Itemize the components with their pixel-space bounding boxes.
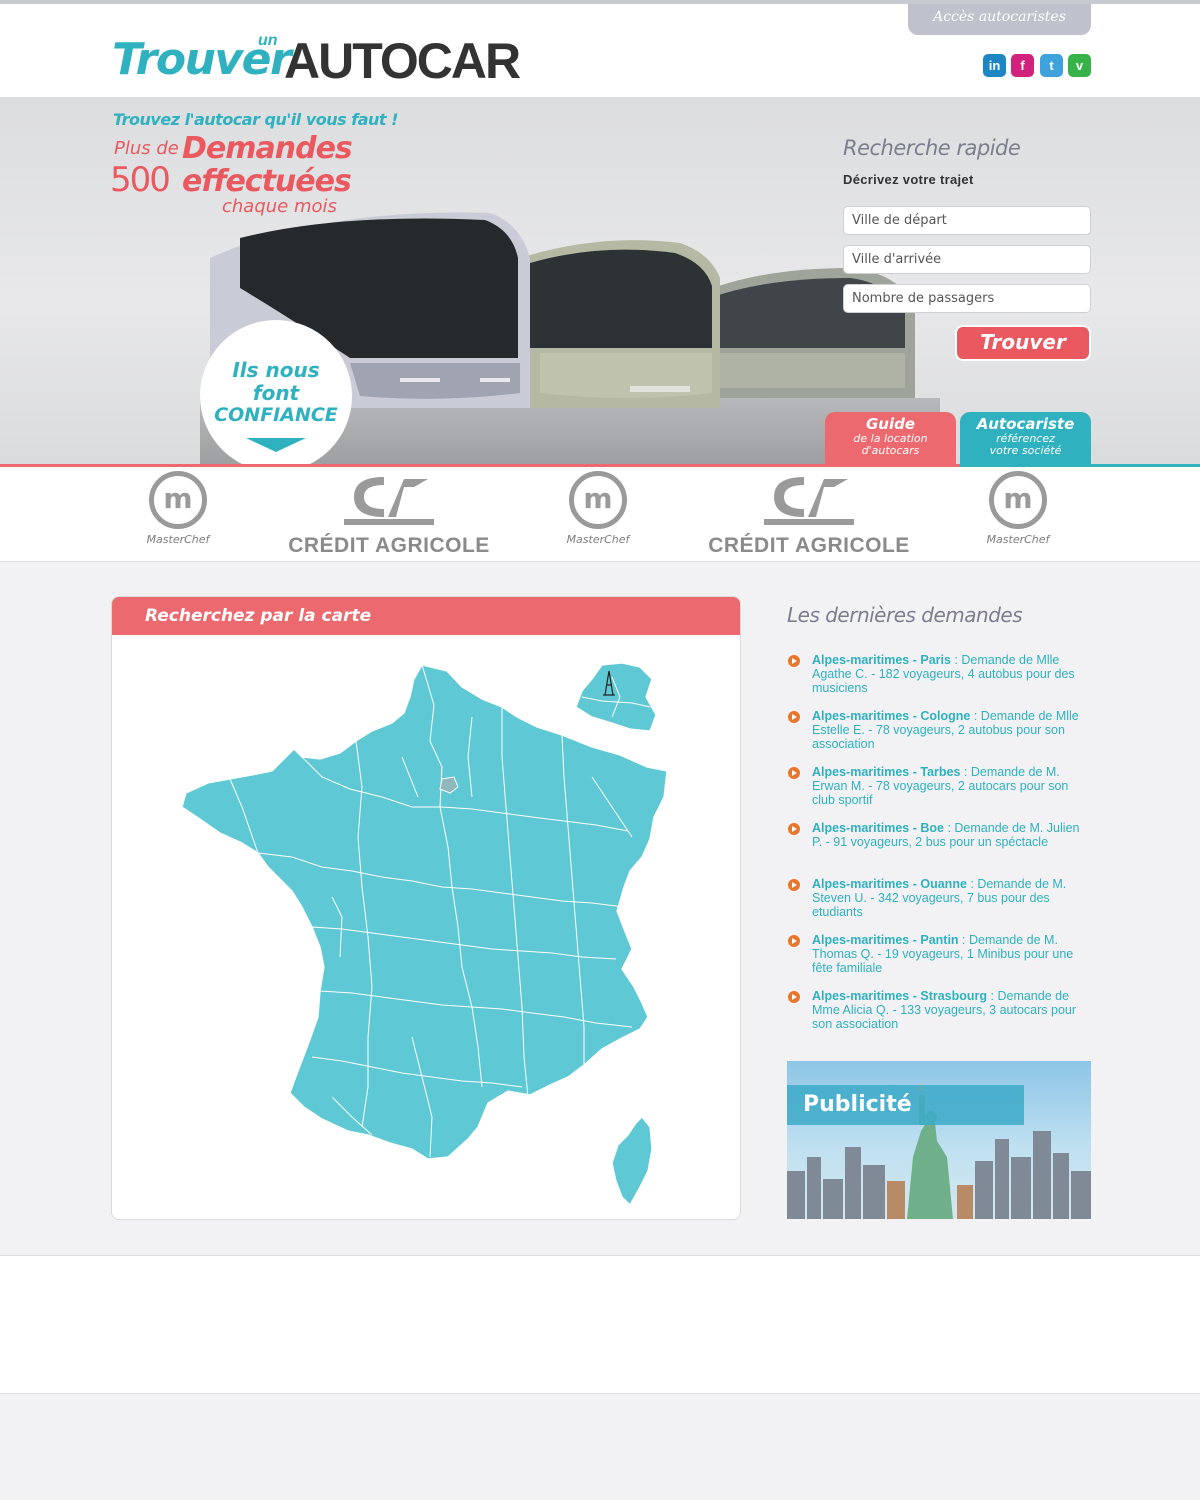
- hero-tagline: Trouvez l'autocar qu'il vous faut !: [113, 110, 398, 129]
- france-mainland: [181, 664, 668, 1160]
- credit-agricole-icon: [764, 477, 854, 525]
- request-route: Alpes-maritimes - Boe: [812, 821, 944, 835]
- quick-search-subtitle: Décrivez votre trajet: [843, 172, 974, 187]
- map-panel: Recherchez par la carte: [111, 596, 741, 1220]
- footer: [0, 1255, 1200, 1394]
- partner-name: MasterChef: [146, 533, 210, 546]
- access-autocaristes-link[interactable]: Accès autocaristes: [908, 4, 1091, 35]
- partner-masterchef[interactable]: MasterChef: [128, 471, 228, 546]
- list-item[interactable]: Alpes-maritimes - Strasbourg : Demande d…: [787, 989, 1087, 1045]
- masterchef-icon: [149, 471, 207, 529]
- hero-plus-de: Plus de: [114, 138, 179, 159]
- arrow-right-icon: [788, 991, 800, 1003]
- partners-strip: MasterChef CRÉDIT AGRICOLE MasterChef CR…: [0, 467, 1200, 562]
- facebook-icon[interactable]: f: [1011, 54, 1034, 77]
- arrow-down-icon: [246, 438, 306, 452]
- request-route: Alpes-maritimes - Paris: [812, 653, 951, 667]
- france-map[interactable]: [172, 657, 672, 1217]
- badge-line-3: CONFIANCE: [214, 404, 338, 426]
- departure-city-input[interactable]: Ville de départ: [843, 206, 1091, 235]
- trust-badge: Ils nous font CONFIANCE: [200, 320, 352, 465]
- partner-name: MasterChef: [986, 533, 1050, 546]
- badge-line-2: font: [252, 381, 300, 405]
- coach-middle: [520, 240, 720, 408]
- list-item[interactable]: Alpes-maritimes - Ouanne : Demande de M.…: [787, 877, 1087, 933]
- latest-requests-title: Les dernières demandes: [787, 603, 1023, 627]
- request-route: Alpes-maritimes - Ouanne: [812, 877, 967, 891]
- arrival-city-input[interactable]: Ville d'arrivée: [843, 245, 1091, 274]
- find-button[interactable]: Trouver: [955, 325, 1091, 361]
- hero-number: 500: [110, 160, 171, 200]
- partner-masterchef[interactable]: MasterChef: [968, 471, 1068, 546]
- hero-banner: Trouvez l'autocar qu'il vous faut ! Plus…: [0, 98, 1200, 465]
- partner-name: MasterChef: [566, 533, 630, 546]
- list-item[interactable]: Alpes-maritimes - Pantin : Demande de M.…: [787, 933, 1087, 989]
- tab-autocariste[interactable]: Autocariste référencez votre société: [960, 412, 1091, 465]
- arrow-right-icon: [788, 711, 800, 723]
- partner-name: CRÉDIT AGRICOLE: [708, 534, 910, 557]
- request-route: Alpes-maritimes - Tarbes: [812, 765, 961, 779]
- request-route: Alpes-maritimes - Strasbourg: [812, 989, 988, 1003]
- advertisement-banner[interactable]: Publicité: [787, 1061, 1091, 1219]
- header: Accès autocaristes Trouver un AUTOCAR in…: [0, 4, 1200, 98]
- logo-word-un: un: [258, 32, 278, 49]
- tab-guide-title: Guide: [865, 415, 916, 433]
- tab-autocariste-title: Autocariste: [976, 415, 1075, 433]
- list-item[interactable]: Alpes-maritimes - Paris : Demande de Mll…: [787, 653, 1087, 709]
- request-route: Alpes-maritimes - Pantin: [812, 933, 959, 947]
- partner-credit-agricole[interactable]: CRÉDIT AGRICOLE: [704, 471, 914, 558]
- list-item[interactable]: Alpes-maritimes - Boe : Demande de M. Ju…: [787, 821, 1087, 877]
- arrow-right-icon: [788, 823, 800, 835]
- ile-de-france-inset: [575, 662, 657, 732]
- tab-guide[interactable]: Guide de la location d'autocars: [825, 412, 956, 465]
- viadeo-icon[interactable]: v: [1068, 54, 1091, 77]
- corsica: [611, 1116, 653, 1206]
- advertisement-label: Publicité: [787, 1085, 1024, 1125]
- partner-masterchef[interactable]: MasterChef: [548, 471, 648, 546]
- partner-name: CRÉDIT AGRICOLE: [288, 534, 490, 557]
- latest-requests-list: Alpes-maritimes - Paris : Demande de Mll…: [787, 653, 1087, 1045]
- twitter-icon[interactable]: t: [1040, 54, 1063, 77]
- list-item[interactable]: Alpes-maritimes - Tarbes : Demande de M.…: [787, 765, 1087, 821]
- masterchef-icon: [569, 471, 627, 529]
- tab-guide-line-2: d'autocars: [861, 444, 920, 457]
- logo-word-autocar: AUTOCAR: [284, 33, 521, 89]
- badge-line-1: Ils nous: [232, 358, 320, 382]
- arrow-right-icon: [788, 935, 800, 947]
- tab-autocariste-line-2: votre société: [989, 444, 1062, 457]
- arrow-right-icon: [788, 655, 800, 667]
- hero-demandes: Demandes: [182, 131, 353, 166]
- hero-effectuees: effectuées: [182, 164, 352, 199]
- masterchef-icon: [989, 471, 1047, 529]
- site-logo[interactable]: Trouver un AUTOCAR: [112, 28, 532, 89]
- list-item[interactable]: Alpes-maritimes - Cologne : Demande de M…: [787, 709, 1087, 765]
- request-route: Alpes-maritimes - Cologne: [812, 709, 971, 723]
- arrow-right-icon: [788, 767, 800, 779]
- partner-credit-agricole[interactable]: CRÉDIT AGRICOLE: [284, 471, 494, 558]
- quick-search-title: Recherche rapide: [843, 136, 1021, 160]
- passenger-count-input[interactable]: Nombre de passagers: [843, 284, 1091, 313]
- arrow-right-icon: [788, 879, 800, 891]
- map-panel-title: Recherchez par la carte: [112, 597, 740, 635]
- linkedin-icon[interactable]: in: [983, 54, 1006, 77]
- credit-agricole-icon: [344, 477, 434, 525]
